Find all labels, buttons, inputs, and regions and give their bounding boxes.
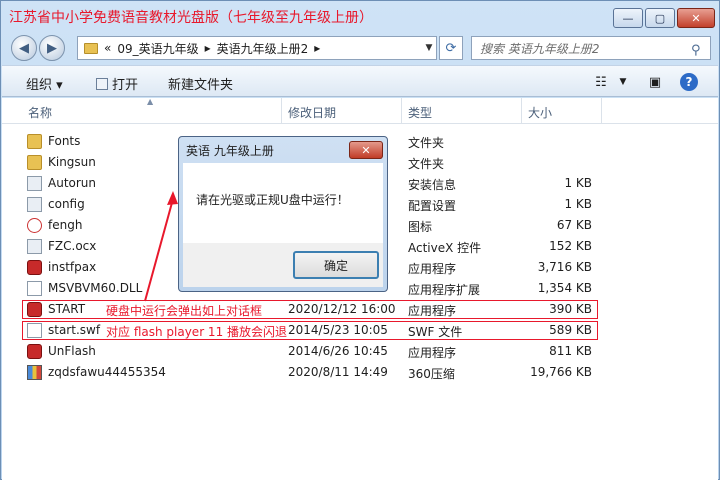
folder-icon — [84, 42, 98, 54]
settings-file-icon — [27, 176, 42, 191]
annotation-swf-note: 对应 flash player 11 播放会闪退 — [106, 325, 288, 339]
organize-button[interactable]: 组织 ▾ — [26, 74, 63, 93]
table-row[interactable]: UnFlash 2014/6/26 10:45 应用程序 811 KB — [2, 341, 718, 362]
column-type[interactable]: 类型 — [408, 104, 432, 121]
open-label: 打开 — [112, 78, 139, 93]
view-options-icon[interactable]: ☷ — [590, 72, 612, 92]
file-size: 811 KB — [549, 344, 592, 358]
file-name: Autorun — [48, 176, 97, 190]
back-button[interactable]: ◀ — [11, 35, 37, 61]
sort-up-icon: ▲ — [147, 97, 154, 106]
file-type: 应用程序 — [408, 262, 457, 276]
search-input[interactable]: 搜索 英语九年级上册2 — [471, 36, 711, 60]
file-name: Fonts — [48, 134, 81, 148]
open-icon — [96, 77, 108, 90]
file-size: 152 KB — [549, 239, 592, 253]
column-divider[interactable] — [521, 98, 522, 124]
refresh-button[interactable]: ⟳ — [439, 36, 463, 60]
file-type: 360压缩 — [408, 367, 455, 381]
column-divider[interactable] — [401, 98, 402, 124]
address-dropdown-button[interactable]: ▼ — [421, 36, 437, 60]
annotation-start-note: 硬盘中运行会弹出如上对话框 — [106, 304, 263, 318]
column-header: ▲ 名称 修改日期 类型 大小 — [2, 97, 718, 124]
title-bar: 江苏省中小学免费语音教材光盘版（七年级至九年级上册） — ▢ ✕ — [1, 1, 719, 31]
ok-button[interactable]: 确定 — [293, 251, 379, 279]
file-name: MSVBVM60.DLL — [48, 281, 143, 295]
column-date[interactable]: 修改日期 — [288, 104, 336, 121]
file-date: 2020/8/11 14:49 — [288, 365, 388, 379]
column-divider[interactable] — [281, 98, 282, 124]
address-bar[interactable]: « 09_英语九年级 ▸ 英语九年级上册2 ▸ — [77, 36, 437, 60]
file-type: ActiveX 控件 — [408, 241, 482, 255]
breadcrumb-item[interactable]: 英语九年级上册2 — [217, 40, 309, 57]
file-type: 文件夹 — [408, 157, 445, 171]
new-folder-button[interactable]: 新建文件夹 — [168, 74, 233, 93]
forward-button[interactable]: ▶ — [39, 35, 65, 61]
file-name: config — [48, 197, 85, 211]
back-arrow-icon: ◀ — [19, 40, 29, 56]
breadcrumb-item[interactable]: 09_英语九年级 — [117, 40, 198, 57]
file-type: 配置设置 — [408, 199, 457, 213]
file-name: zqdsfawu44455354 — [48, 365, 166, 379]
folder-icon — [27, 155, 42, 170]
file-size: 1 KB — [564, 176, 592, 190]
file-size: 67 KB — [556, 218, 592, 232]
breadcrumb-separator[interactable]: ▸ — [314, 41, 320, 55]
dialog-body: 请在光驱或正规U盘中运行！ — [183, 163, 383, 243]
bird-icon — [27, 218, 42, 233]
refresh-icon: ⟳ — [445, 40, 457, 56]
search-icon[interactable]: ⚲ — [691, 43, 713, 58]
file-type: 图标 — [408, 220, 433, 234]
navigation-bar: ◀ ▶ « 09_英语九年级 ▸ 英语九年级上册2 ▸ ▼ ⟳ 搜索 英语九年级… — [1, 31, 719, 63]
breadcrumb-chevron[interactable]: « — [104, 41, 111, 55]
close-button[interactable]: ✕ — [677, 8, 715, 28]
column-size[interactable]: 大小 — [528, 104, 552, 121]
dialog-footer: 确定 — [183, 243, 383, 287]
column-divider[interactable] — [601, 98, 602, 124]
file-size: 1,354 KB — [537, 281, 592, 295]
dialog-message: 请在光驱或正规U盘中运行！ — [196, 193, 349, 207]
column-name[interactable]: 名称 — [28, 104, 52, 121]
command-bar: 组织 ▾ 打开 新建文件夹 ☷ ▼ ▣ ? — [2, 65, 718, 97]
explorer-window: 江苏省中小学免费语音教材光盘版（七年级至九年级上册） — ▢ ✕ ◀ ▶ « 0… — [0, 0, 720, 480]
dialog-title: 英语 九年级上册 — [186, 144, 274, 158]
file-date: 2014/6/26 10:45 — [288, 344, 388, 358]
file-name: fengh — [48, 218, 83, 232]
file-name: Kingsun — [48, 155, 96, 169]
file-type: 文件夹 — [408, 136, 445, 150]
file-type: 应用程序扩展 — [408, 283, 481, 297]
forward-arrow-icon: ▶ — [47, 40, 57, 56]
app-icon — [27, 344, 42, 359]
file-size: 1 KB — [564, 197, 592, 211]
archive-icon — [27, 365, 42, 380]
file-size: 3,716 KB — [537, 260, 592, 274]
preview-pane-icon[interactable]: ▣ — [644, 72, 666, 92]
chevron-down-icon: ▼ — [425, 43, 433, 53]
view-dropdown-icon[interactable]: ▼ — [612, 72, 634, 92]
alert-dialog: 英语 九年级上册 ✕ 请在光驱或正规U盘中运行！ 确定 — [178, 136, 388, 292]
app-icon — [27, 260, 42, 275]
file-name: instfpax — [48, 260, 97, 274]
table-row[interactable]: zqdsfawu44455354 2020/8/11 14:49 360压缩 19,7… — [2, 362, 718, 383]
file-type: 安装信息 — [408, 178, 457, 192]
open-button[interactable]: 打开 — [96, 74, 138, 93]
settings-file-icon — [27, 239, 42, 254]
file-name: FZC.ocx — [48, 239, 97, 253]
file-size: 19,766 KB — [530, 365, 592, 379]
dialog-close-button[interactable]: ✕ — [349, 141, 383, 159]
help-icon[interactable]: ? — [680, 73, 698, 91]
breadcrumb-separator[interactable]: ▸ — [205, 41, 211, 55]
minimize-button[interactable]: — — [613, 8, 643, 28]
file-icon — [27, 281, 42, 296]
file-name: UnFlash — [48, 344, 96, 358]
folder-icon — [27, 134, 42, 149]
file-type: 应用程序 — [408, 346, 457, 360]
settings-file-icon — [27, 197, 42, 212]
window-title: 江苏省中小学免费语音教材光盘版（七年级至九年级上册） — [9, 10, 373, 26]
maximize-button[interactable]: ▢ — [645, 8, 675, 28]
